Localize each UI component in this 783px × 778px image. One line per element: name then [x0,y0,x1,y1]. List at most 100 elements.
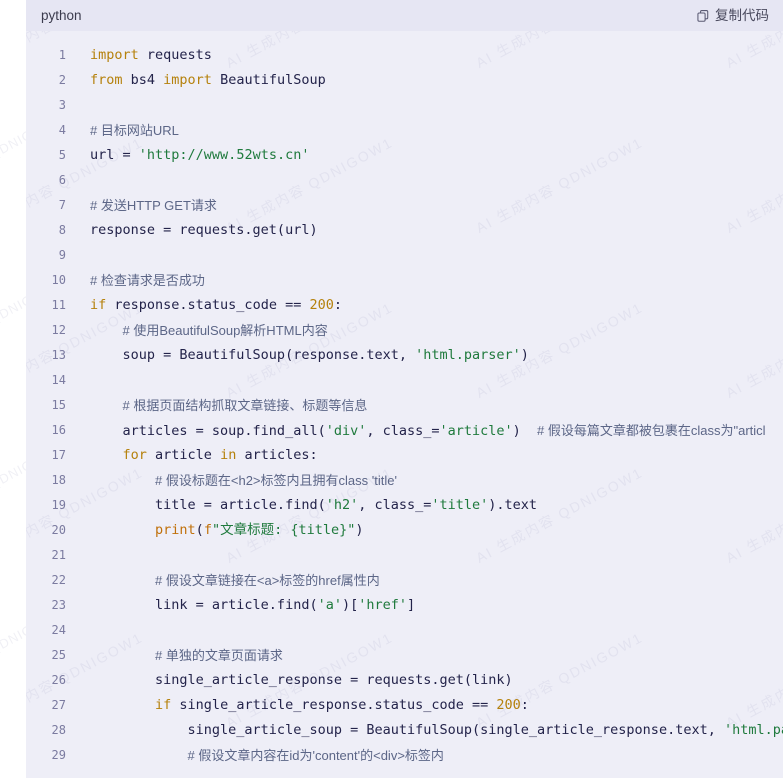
code-token-cmt: # 单独的文章页面请求 [155,648,283,663]
code-line-text: # 检查请求是否成功 [66,268,205,293]
code-line: 28 single_article_soup = BeautifulSoup(s… [26,718,783,743]
code-token-pl: article [146,447,221,463]
code-language-label: python [41,7,82,23]
code-line: 5 url = 'http://www.52wts.cn' [26,143,783,168]
code-line-text: print(f"文章标题: {title}") [66,518,364,543]
code-line-text: response = requests.get(url) [66,218,318,243]
line-number: 20 [51,523,66,537]
code-token-pl: link = article.find( [90,597,318,613]
code-line-text: # 假设标题在<h2>标签内且拥有class 'title' [66,468,397,493]
code-token-str: 'html.parser' [723,722,783,738]
code-line: 11 if response.status_code == 200: [26,293,783,318]
line-number: 10 [51,273,66,287]
code-token-kw: in [220,447,237,463]
code-token-str: 'a' [317,597,342,613]
code-line-text: if response.status_code == 200: [66,293,342,318]
code-content[interactable]: 1 import requests 2 from bs4 import Beautif… [26,31,783,778]
code-line: 18 # 假设标题在<h2>标签内且拥有class 'title' [26,468,783,493]
code-token-str: 'html.parser' [415,347,521,363]
code-token-cmt: # 检查请求是否成功 [90,273,205,288]
code-token-bi: print [155,522,196,538]
line-number: 24 [51,623,66,637]
line-number: 15 [51,398,66,412]
code-line: 7 # 发送HTTP GET请求 [26,193,783,218]
code-token-pl: , class_= [366,423,440,439]
code-token-kw: if [90,297,107,313]
code-line: 17 for article in articles: [26,443,783,468]
code-token-str: 'href' [358,597,408,613]
line-number: 29 [51,748,66,762]
code-token-cmt: # 目标网站URL [90,123,179,138]
line-number: 9 [58,248,66,262]
line-number: 14 [51,373,66,387]
code-line-text: single_article_response = requests.get(l… [66,668,513,693]
copy-icon [696,9,710,23]
code-token-cmt: # 假设文章内容在id为'content'的<div>标签内 [187,748,444,763]
line-number: 18 [51,473,66,487]
code-line: 25 # 单独的文章页面请求 [26,643,783,668]
line-number: 22 [51,573,66,587]
code-token-pl: response = requests.get(url) [90,222,318,238]
copy-code-label: 复制代码 [715,7,769,23]
code-token-str: 'article' [439,423,513,439]
code-line: 12 # 使用BeautifulSoup解析HTML内容 [26,318,783,343]
code-line: 1 import requests [26,43,783,68]
line-number: 8 [58,223,66,237]
code-token-pl: BeautifulSoup [211,72,326,88]
code-token-kw: import [90,47,139,63]
code-token-pl: url = [90,147,139,163]
code-line-text: import requests [66,43,212,68]
code-line: 8 response = requests.get(url) [26,218,783,243]
copy-code-button[interactable]: 复制代码 [696,9,769,23]
code-token-num: 200 [309,297,334,313]
code-line: 26 single_article_response = requests.ge… [26,668,783,693]
code-line-text: if single_article_response.status_code =… [66,693,529,718]
line-number: 12 [51,323,66,337]
code-line-text: link = article.find('a')['href'] [66,593,415,618]
code-line: 3 [26,93,783,118]
code-line-text: url = 'http://www.52wts.cn' [66,143,309,168]
code-token-cmt: # 假设标题在<h2>标签内且拥有class 'title' [155,473,397,488]
code-token-cmt: # 假设文章链接在<a>标签的href属性内 [155,573,380,588]
code-line-text: # 假设文章内容在id为'content'的<div>标签内 [66,743,444,768]
code-token-pl: soup = BeautifulSoup(response.text, [90,347,416,363]
code-line: 4 # 目标网站URL [26,118,783,143]
line-number: 26 [51,673,66,687]
line-number: 2 [58,73,66,87]
code-token-pl: ] [407,597,416,613]
line-number: 7 [58,198,66,212]
code-token-pl: , class_= [358,497,432,513]
code-token-str: "文章标题: {title}" [211,522,356,538]
code-line: 29 # 假设文章内容在id为'content'的<div>标签内 [26,743,783,768]
code-token-str: 'title' [431,497,489,513]
code-line-text: # 根据页面结构抓取文章链接、标题等信息 [66,393,368,418]
code-token-cmt: # 使用BeautifulSoup解析HTML内容 [122,323,328,338]
code-line: 21 [26,543,783,568]
code-line: 16 articles = soup.find_all('div', class… [26,418,783,443]
code-line-text: # 使用BeautifulSoup解析HTML内容 [66,318,328,343]
code-token-pl: : [520,697,529,713]
code-token-pl: title = article.find( [90,497,326,513]
code-line-text: # 假设文章链接在<a>标签的href属性内 [66,568,380,593]
line-number: 25 [51,648,66,662]
code-line-text: single_article_soup = BeautifulSoup(sing… [66,718,783,743]
code-line: 13 soup = BeautifulSoup(response.text, '… [26,343,783,368]
code-token-pl: single_article_response = requests.get(l… [90,672,513,688]
code-line: 9 [26,243,783,268]
code-token-kw: for [122,447,147,463]
code-line-text: title = article.find('h2', class_='title… [66,493,537,518]
code-token-kw: from [90,72,123,88]
code-token-pl: ) [355,522,364,538]
code-line-text: # 目标网站URL [66,118,179,143]
code-token-str: 'http://www.52wts.cn' [138,147,310,163]
